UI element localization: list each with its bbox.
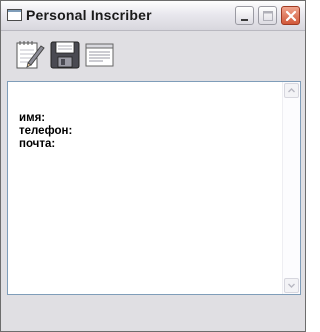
maximize-button[interactable] bbox=[258, 6, 277, 25]
notepad-pencil-icon bbox=[16, 41, 45, 69]
editor-line-phone: телефон: bbox=[19, 125, 73, 137]
document-button[interactable] bbox=[83, 38, 115, 70]
scroll-up-button[interactable] bbox=[284, 83, 299, 98]
floppy-save-icon bbox=[50, 41, 80, 69]
title-bar[interactable]: Personal Inscriber bbox=[1, 1, 305, 31]
window-app-icon bbox=[7, 9, 22, 21]
close-button[interactable] bbox=[281, 6, 300, 25]
editor-line-email: почта: bbox=[19, 138, 56, 150]
minimize-icon bbox=[241, 19, 248, 21]
notepad-button[interactable] bbox=[14, 38, 46, 70]
maximize-icon bbox=[263, 11, 273, 21]
text-editor[interactable]: имя: телефон: почта: bbox=[7, 81, 301, 295]
scroll-down-button[interactable] bbox=[284, 278, 299, 293]
toolbar bbox=[1, 31, 305, 78]
status-bar bbox=[1, 299, 305, 331]
editor-line-name: имя: bbox=[19, 112, 46, 124]
window-title: Personal Inscriber bbox=[26, 7, 152, 23]
editor-content[interactable]: имя: телефон: почта: bbox=[19, 112, 72, 151]
chevron-down-icon bbox=[288, 283, 295, 288]
minimize-button[interactable] bbox=[235, 6, 254, 25]
vertical-scrollbar[interactable] bbox=[282, 82, 300, 294]
app-window: Personal Inscriber имя: телефон: почта: bbox=[0, 0, 306, 332]
close-icon bbox=[285, 10, 297, 22]
document-icon bbox=[85, 43, 114, 67]
chevron-up-icon bbox=[288, 88, 295, 93]
save-button[interactable] bbox=[49, 38, 81, 70]
